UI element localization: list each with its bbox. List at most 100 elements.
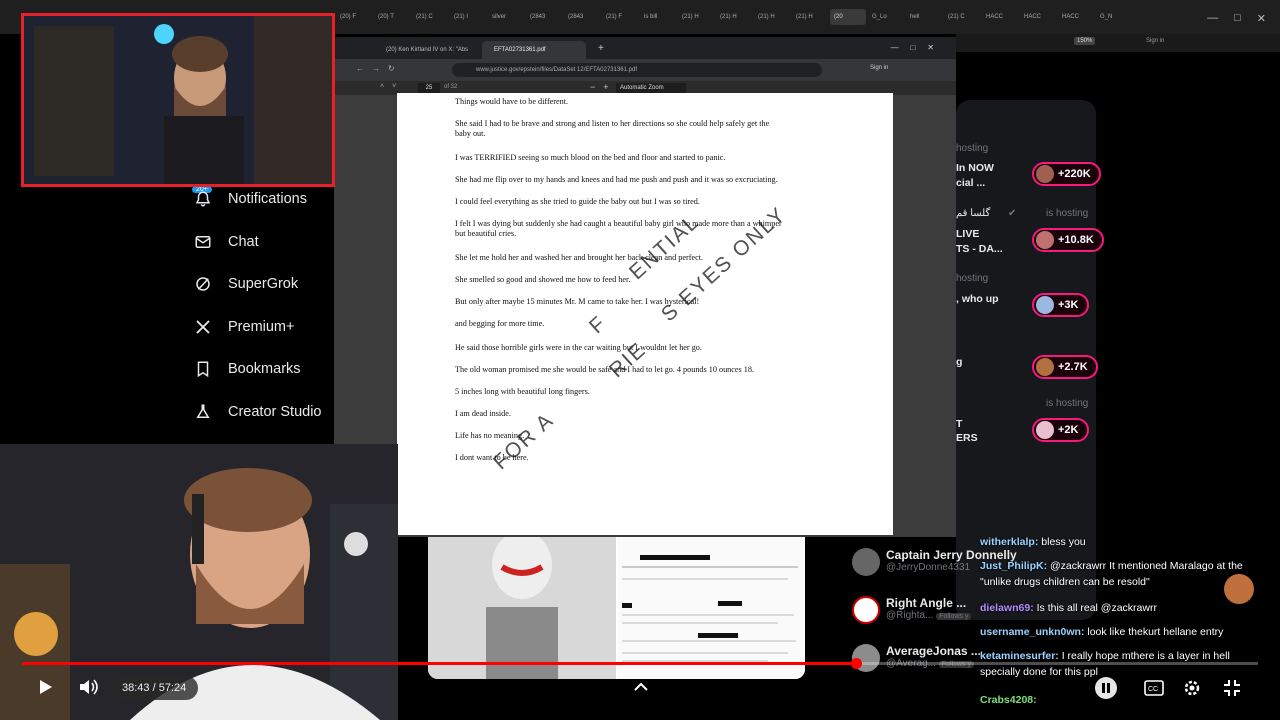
avatar <box>852 596 880 624</box>
live-title-5[interactable]: , who up <box>956 293 999 305</box>
chat-username[interactable]: witherklalp: <box>980 536 1038 548</box>
pdf-text-line: She said I had to be brave and strong an… <box>455 119 770 128</box>
pause-icon[interactable] <box>1094 676 1118 700</box>
nav-supergrok[interactable]: SuperGrok <box>194 275 298 293</box>
zoom-select[interactable]: Automatic Zoom <box>616 83 686 93</box>
browser-tab[interactable]: hell <box>906 9 942 25</box>
nav-premium[interactable]: Premium+ <box>194 318 294 336</box>
browser-tab[interactable]: (21) C <box>944 9 980 25</box>
pdf-page: FOR A RIE F ENTIAL S EYES ONLY Things wo… <box>397 93 893 535</box>
nav-creator-studio[interactable]: Creator Studio <box>194 403 322 421</box>
live-count-pill[interactable]: +2.7K <box>1032 355 1098 379</box>
live-count-pill[interactable]: +10.8K <box>1032 228 1104 252</box>
follow-suggestion[interactable]: Right Angle ... @Righta... Follows y <box>852 596 972 624</box>
joker-photo <box>428 537 616 679</box>
chat-username[interactable]: dielawn69: <box>980 602 1034 614</box>
new-tab-icon[interactable]: + <box>598 43 604 54</box>
play-icon[interactable] <box>36 678 54 696</box>
browser-tab[interactable]: (21) H <box>716 9 752 25</box>
volume-icon[interactable] <box>78 678 98 696</box>
pdf-text-line: I am dead inside. <box>455 409 511 418</box>
inner-window-controls[interactable]: —□✕ <box>890 43 946 52</box>
browser-tab[interactable]: (21) H <box>754 9 790 25</box>
tab-pdf[interactable]: EFTA02731361.pdf <box>482 41 586 59</box>
follow-suggestion[interactable]: AverageJonas ... @Averag... Follows y <box>852 644 981 672</box>
chat-username[interactable]: username_unkn0wn: <box>980 626 1084 638</box>
browser-tab[interactable]: G_Lo <box>868 9 904 25</box>
browser-tab[interactable]: is bill <box>640 9 676 25</box>
nav-chat[interactable]: Chat <box>194 233 259 251</box>
inner-sign-in-button[interactable]: Sign in <box>870 65 888 71</box>
captions-icon[interactable]: CC <box>1144 680 1164 696</box>
sign-in-button[interactable]: Sign in <box>1146 38 1164 44</box>
nav-label: Chat <box>228 234 259 250</box>
live-title-7[interactable]: T <box>956 418 962 430</box>
chat-message: username_unkn0wn: look like thekurt hell… <box>980 624 1255 640</box>
settings-gear-icon[interactable] <box>1182 678 1202 698</box>
browser-tab[interactable]: HACC <box>1020 9 1056 25</box>
page-nav-icon[interactable]: ˄˅ <box>380 83 404 90</box>
nav-arrows-icon[interactable]: ←→↻ <box>356 64 403 73</box>
video-progress-bar[interactable] <box>22 658 1258 669</box>
browser-tab[interactable]: (20) F <box>336 9 372 25</box>
chat-username[interactable]: Crabs4208: <box>980 694 1037 706</box>
chat-username[interactable]: ketaminesurfer: <box>980 650 1059 662</box>
browser-tab[interactable]: (21) I <box>450 9 486 25</box>
live-title-4[interactable]: TS - DA... <box>956 243 1003 255</box>
tab-x-post[interactable]: (20) Ken Kirtland IV on X: "Abs <box>374 41 478 59</box>
live-title-2[interactable]: cial ... <box>956 177 985 189</box>
address-input[interactable]: www.justice.gov/epstein/files/DataSet 12… <box>452 63 822 77</box>
nav-bookmarks[interactable]: Bookmarks <box>194 360 301 378</box>
nav-label: Notifications <box>228 191 307 207</box>
browser-tab[interactable]: (21) H <box>678 9 714 25</box>
close-icon[interactable]: ✕ <box>1257 12 1266 25</box>
zoom-buttons-icon[interactable]: −+ <box>590 82 617 92</box>
live-host-name: گلسا قم <box>956 208 991 219</box>
follow-handle: @Righta... <box>886 610 934 621</box>
chat-username[interactable]: Just_PhilipK: <box>980 560 1047 572</box>
inner-tab-bar: (20) Ken Kirtland IV on X: "Abs EFTA0273… <box>334 37 956 59</box>
browser-tab[interactable]: HACC <box>982 9 1018 25</box>
live-title-1[interactable]: In NOW <box>956 162 994 174</box>
svg-text:CC: CC <box>1148 686 1158 693</box>
browser-tab[interactable]: G_N <box>1096 9 1132 25</box>
browser-tab[interactable]: (21) H <box>792 9 828 25</box>
zoom-level[interactable]: 150% <box>1074 37 1096 45</box>
browser-tab[interactable]: (2843 <box>526 9 562 25</box>
minimize-icon[interactable]: — <box>1207 12 1218 25</box>
browser-tab[interactable]: (21) F <box>602 9 638 25</box>
nav-label: Bookmarks <box>228 361 301 377</box>
live-title-3[interactable]: LIVE <box>956 228 979 240</box>
browser-tab[interactable]: (20 <box>830 9 866 25</box>
live-hosting-2: is hosting <box>1046 208 1089 219</box>
live-title-6[interactable]: g <box>956 356 962 368</box>
document-photo <box>618 537 805 679</box>
verified-icon: ✔ <box>1008 208 1017 219</box>
live-count-pill[interactable]: +3K <box>1032 293 1089 317</box>
envelope-icon <box>195 236 211 248</box>
live-hosting-3: hosting <box>956 273 989 284</box>
browser-tab[interactable]: (20) T <box>374 9 410 25</box>
nav-label: Creator Studio <box>228 404 322 420</box>
exit-fullscreen-icon[interactable] <box>1222 678 1242 698</box>
flask-icon <box>196 404 210 418</box>
browser-tab[interactable]: silver <box>488 9 524 25</box>
browser-tab[interactable]: HACC <box>1058 9 1094 25</box>
chat-message: witherklalp: bless you <box>980 534 1255 550</box>
browser-tab[interactable]: (21) C <box>412 9 448 25</box>
pdf-text-line: Things would have to be different. <box>455 97 569 106</box>
live-title-8[interactable]: ERS <box>956 432 978 444</box>
maximize-icon[interactable]: □ <box>1234 12 1241 25</box>
outer-toolbar-right: 150% Sign in <box>956 34 1280 52</box>
browser-tab[interactable]: (2843 <box>564 9 600 25</box>
live-count-pill[interactable]: +220K <box>1032 162 1101 186</box>
avatar <box>1036 296 1054 314</box>
video-progress-fill <box>22 662 857 665</box>
live-count-pill[interactable]: +2K <box>1032 418 1089 442</box>
page-number-input[interactable]: 25 <box>418 83 440 93</box>
nav-notifications[interactable]: Notifications <box>194 190 307 208</box>
pdf-text-line: The old woman promised me she would be s… <box>455 365 755 374</box>
chevron-up-icon[interactable] <box>632 680 650 694</box>
pdf-text-line: She let me hold her and washed her and b… <box>455 253 704 262</box>
pdf-text-line: I felt I was dying but suddenly she had … <box>455 219 782 228</box>
